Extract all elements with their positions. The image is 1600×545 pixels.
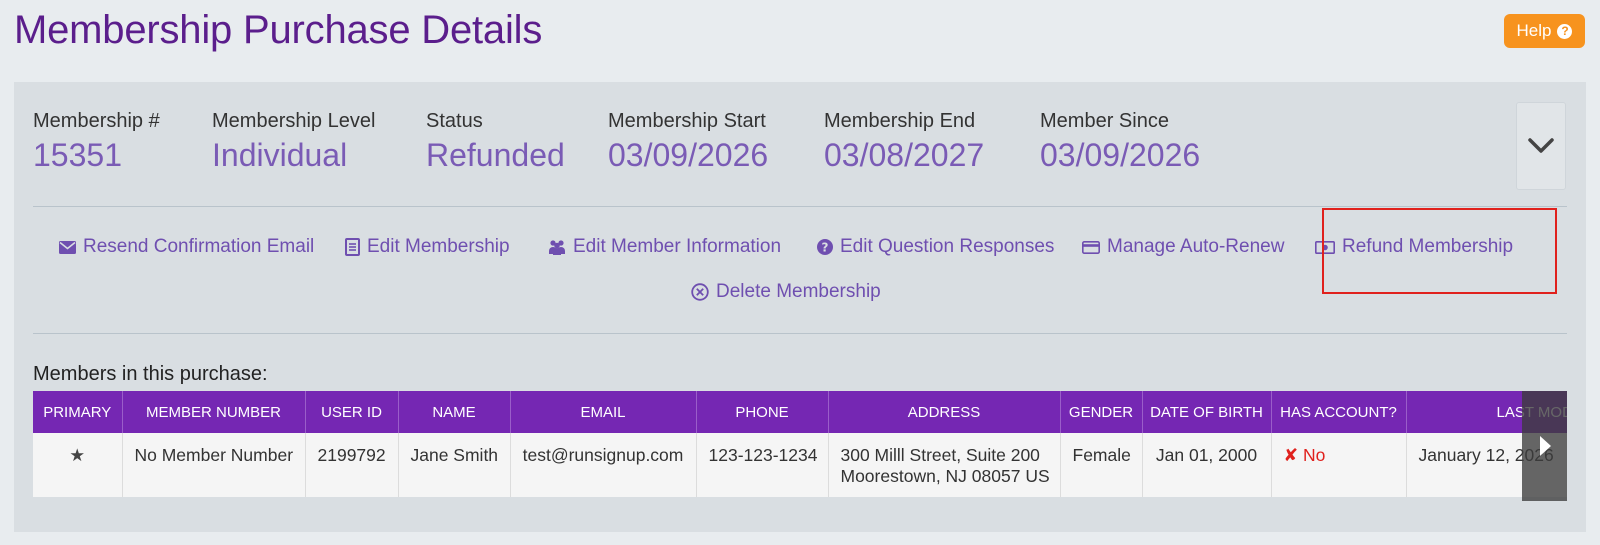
primary-star-icon: ★ [33, 433, 123, 497]
members-section-label: Members in this purchase: [33, 363, 268, 385]
action-label: Edit Membership [367, 236, 510, 257]
delete-membership-link[interactable]: Delete Membership [691, 281, 881, 303]
phone-cell: 123-123-1234 [696, 433, 829, 497]
stat-membership-level: Membership Level Individual [212, 110, 375, 174]
question-circle-icon: ? [817, 239, 833, 255]
column-header[interactable]: USER ID [305, 391, 399, 433]
members-table: PRIMARY MEMBER NUMBER USER ID NAME EMAIL… [33, 391, 1567, 497]
column-header[interactable]: DATE OF BIRTH [1142, 391, 1272, 433]
manage-auto-renew-link[interactable]: Manage Auto-Renew [1082, 236, 1284, 258]
name-cell: Jane Smith [398, 433, 511, 497]
resend-confirmation-email-link[interactable]: Resend Confirmation Email [59, 236, 314, 258]
collapse-toggle-button[interactable] [1516, 102, 1566, 190]
has-account-value: No [1303, 445, 1326, 465]
edit-membership-link[interactable]: Edit Membership [345, 236, 510, 258]
stat-value: 03/08/2027 [824, 137, 985, 173]
document-icon [345, 238, 360, 256]
page-title: Membership Purchase Details [14, 8, 543, 52]
stat-membership-start: Membership Start 03/09/2026 [608, 110, 768, 174]
divider [33, 333, 1567, 334]
stat-status: Status Refunded [426, 110, 565, 174]
column-header[interactable]: MEMBER NUMBER [122, 391, 306, 433]
x-mark-icon: ✘ [1283, 445, 1299, 465]
action-label: Resend Confirmation Email [83, 236, 315, 257]
column-header[interactable]: PRIMARY [33, 391, 123, 433]
stat-value: 15351 [33, 137, 122, 173]
has-account-cell: ✘ No [1271, 433, 1407, 497]
help-button[interactable]: Help ? [1504, 14, 1585, 48]
members-table-wrapper: PRIMARY MEMBER NUMBER USER ID NAME EMAIL… [33, 391, 1567, 501]
stat-label: Membership Level [212, 110, 376, 132]
users-icon [548, 239, 566, 255]
stat-membership-end: Membership End 03/08/2027 [824, 110, 984, 174]
stat-membership-number: Membership # 15351 [33, 110, 160, 174]
stat-label: Membership Start [608, 110, 766, 132]
stat-value: Refunded [426, 137, 565, 173]
member-number-cell: No Member Number [122, 433, 306, 497]
address-cell: 300 Milll Street, Suite 200 Moorestown, … [828, 433, 1061, 497]
edit-member-information-link[interactable]: Edit Member Information [548, 236, 781, 258]
chevron-down-icon [1528, 138, 1554, 153]
action-label: Edit Member Information [573, 236, 782, 257]
stat-label: Member Since [1040, 110, 1169, 132]
edit-question-responses-link[interactable]: ? Edit Question Responses [817, 236, 1054, 258]
stat-value: Individual [212, 137, 348, 173]
svg-text:?: ? [822, 241, 829, 255]
column-header[interactable]: EMAIL [510, 391, 697, 433]
refund-highlight-box [1322, 208, 1557, 294]
action-label: Delete Membership [716, 281, 881, 302]
stat-label: Status [426, 110, 483, 132]
column-header[interactable]: NAME [398, 391, 511, 433]
membership-panel: Membership # 15351 Membership Level Indi… [14, 82, 1586, 532]
table-row: ★ No Member Number 2199792 Jane Smith te… [33, 433, 1567, 497]
column-header[interactable]: GENDER [1060, 391, 1143, 433]
stat-label: Membership # [33, 110, 160, 132]
question-circle-icon: ? [1557, 23, 1573, 39]
column-header[interactable]: PHONE [696, 391, 829, 433]
times-circle-icon [691, 283, 709, 301]
column-header[interactable]: HAS ACCOUNT? [1271, 391, 1407, 433]
address-line1: 300 Milll Street, Suite 200 [840, 445, 1040, 465]
table-header-row: PRIMARY MEMBER NUMBER USER ID NAME EMAIL… [33, 391, 1567, 433]
user-id-cell: 2199792 [305, 433, 399, 497]
gender-cell: Female [1060, 433, 1143, 497]
stat-label: Membership End [824, 110, 976, 132]
column-header[interactable]: ADDRESS [828, 391, 1061, 433]
email-cell: test@runsignup.com [510, 433, 697, 497]
caret-right-icon [1539, 436, 1551, 456]
address-line2: Moorestown, NJ 08057 US [840, 466, 1050, 486]
scroll-right-button[interactable] [1522, 391, 1567, 501]
divider [33, 206, 1567, 207]
action-label: Manage Auto-Renew [1107, 236, 1285, 257]
stat-value: 03/09/2026 [608, 137, 769, 173]
action-label: Edit Question Responses [840, 236, 1055, 257]
dob-cell: Jan 01, 2000 [1142, 433, 1272, 497]
stat-member-since: Member Since 03/09/2026 [1040, 110, 1200, 174]
envelope-icon [59, 240, 76, 254]
stat-value: 03/09/2026 [1040, 137, 1201, 173]
credit-card-icon [1082, 240, 1100, 254]
help-label: Help [1516, 21, 1552, 40]
